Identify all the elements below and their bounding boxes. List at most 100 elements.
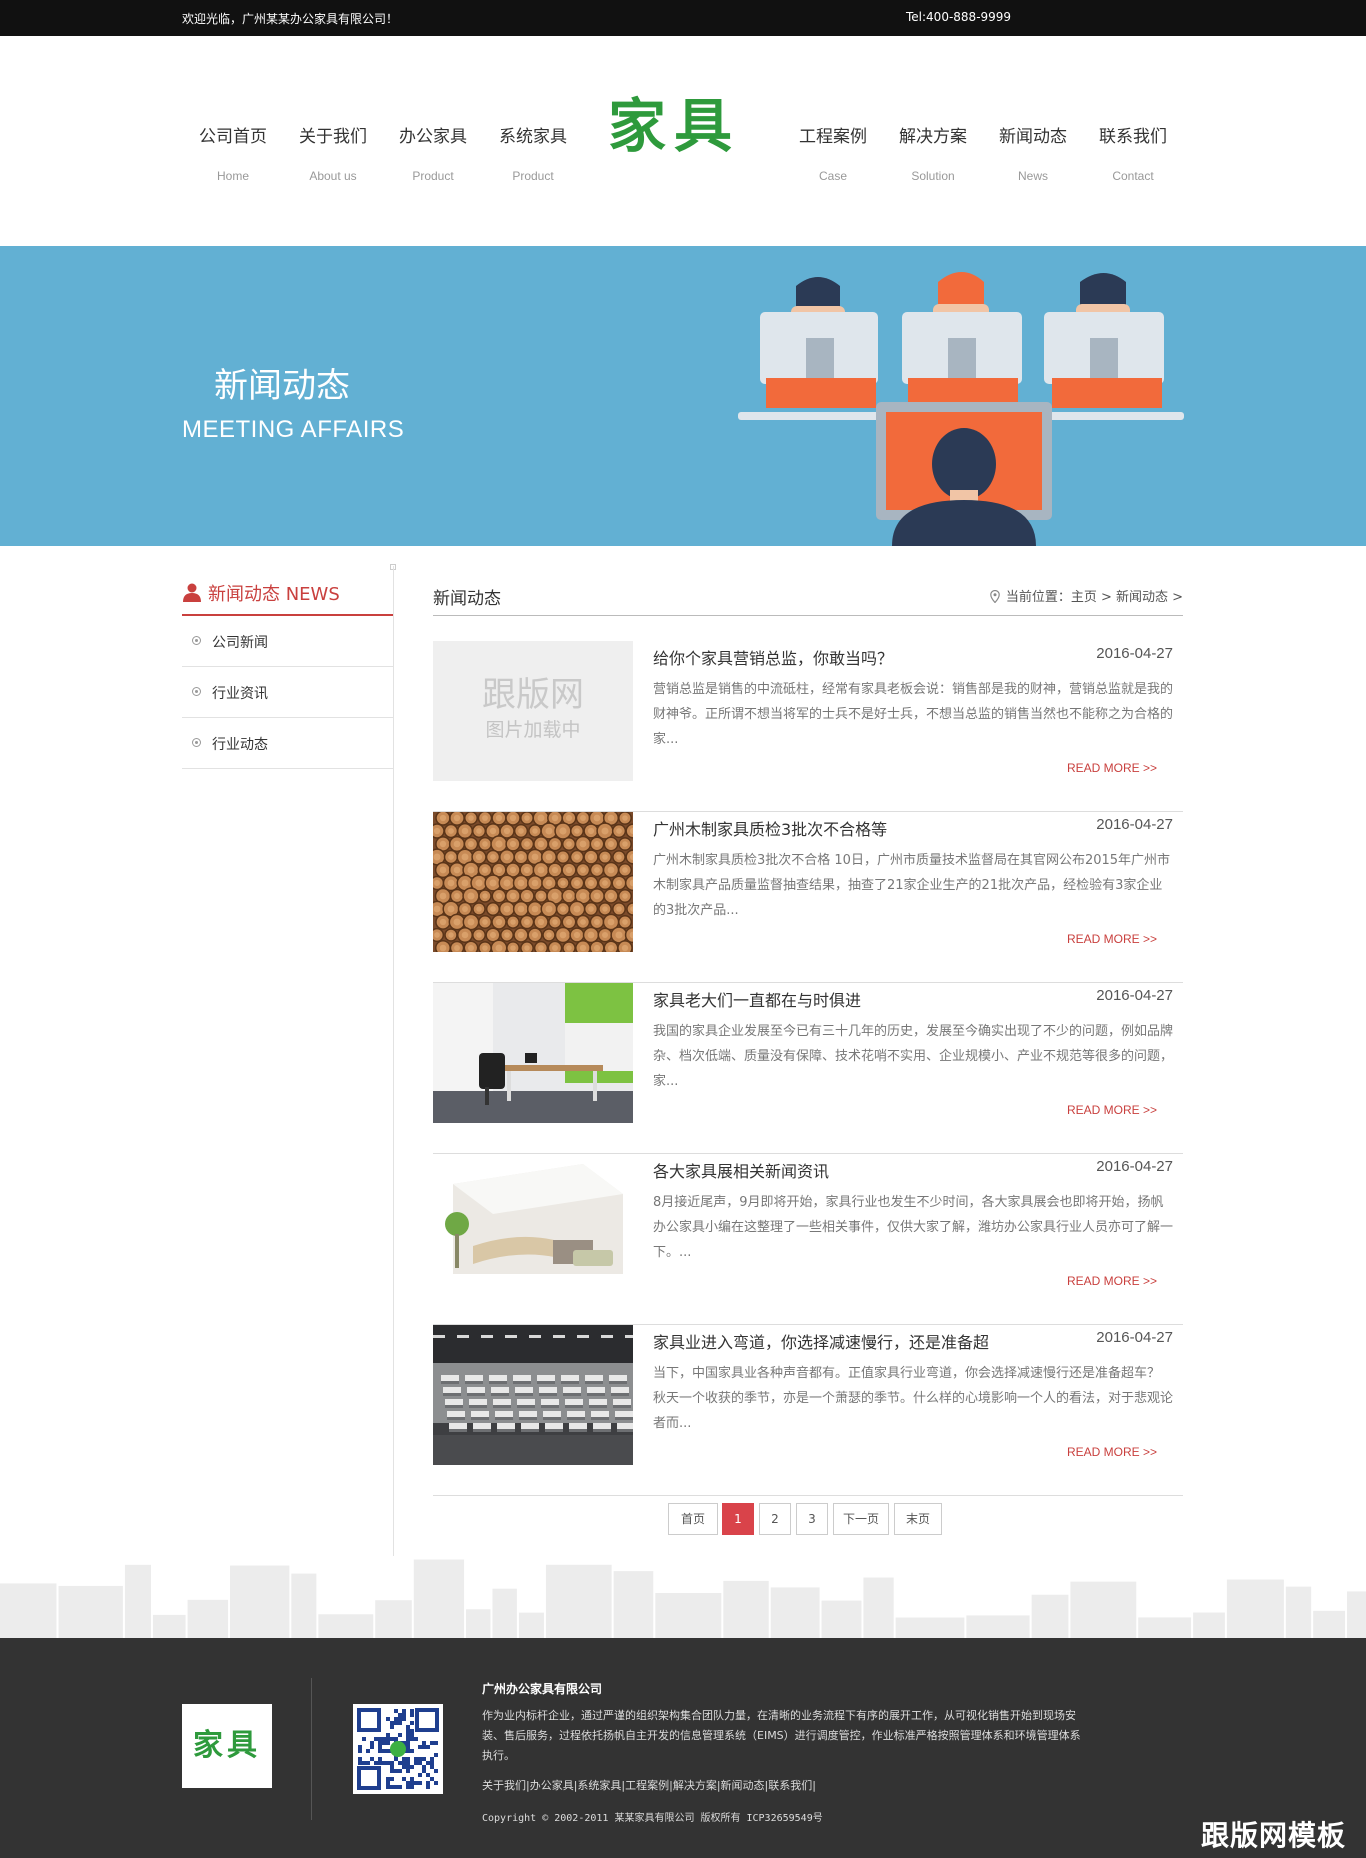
news-summary: 营销总监是销售的中流砥柱，经常有家具老板会说：销售部是我的财神，营销总监就是我的… xyxy=(653,682,1174,747)
read-more-link[interactable]: READ MORE >> xyxy=(1067,932,1157,946)
news-thumbnail[interactable] xyxy=(433,1154,633,1294)
news-date: 2016-04-27 xyxy=(1096,816,1173,833)
footer: 家具 广州办公家具有限公司 作为业内标杆企业，通过严谨的组织架构集合团队力量，在… xyxy=(0,1638,1366,1858)
breadcrumb[interactable]: 当前位置：主页 > 新闻动态 > xyxy=(990,586,1183,605)
read-more-link[interactable]: READ MORE >> xyxy=(1067,761,1157,775)
nav-item-cases[interactable]: 工程案例 Case xyxy=(788,122,878,183)
bullet-icon xyxy=(192,636,201,645)
news-item[interactable]: 广州木制家具质检3批次不合格等 2016-04-27 广州木制家具质检3批次不合… xyxy=(433,812,1183,983)
nav-sublabel: News xyxy=(1017,169,1048,183)
footer-divider xyxy=(311,1678,312,1820)
next-page-button[interactable]: 下一页 xyxy=(833,1503,889,1535)
read-more-link[interactable]: READ MORE >> xyxy=(1067,1274,1157,1288)
sidebar-title: 新闻动态 NEWS xyxy=(182,566,393,616)
news-summary: 广州木制家具质检3批次不合格 10日，广州市质量技术监督局在其官网公布2015年… xyxy=(653,853,1171,918)
qr-code-icon xyxy=(357,1708,439,1790)
nav-item-solutions[interactable]: 解决方案 Solution xyxy=(888,122,978,183)
footer-company-name: 广州办公家具有限公司 xyxy=(482,1682,603,1696)
news-title[interactable]: 广州木制家具质检3批次不合格等 xyxy=(653,816,887,840)
footer-logo[interactable]: 家具 xyxy=(182,1704,272,1788)
sidebar-item-label: 行业动态 xyxy=(212,737,268,753)
nav-item-news[interactable]: 新闻动态 News xyxy=(988,122,1078,183)
nav-label: 工程案例 xyxy=(799,127,867,147)
news-thumbnail[interactable] xyxy=(433,1325,633,1465)
reception-image xyxy=(433,1154,633,1294)
news-title[interactable]: 各大家具展相关新闻资讯 xyxy=(653,1158,829,1182)
sidebar: 新闻动态 NEWS 公司新闻 行业资讯 行业动态 xyxy=(182,566,393,769)
nav-item-home[interactable]: 公司首页 Home xyxy=(188,122,278,183)
qr-code xyxy=(353,1704,443,1794)
sidebar-item-label: 公司新闻 xyxy=(212,635,268,651)
banner-title: 新闻动态 xyxy=(214,366,350,406)
news-title[interactable]: 家具业进入弯道，你选择减速慢行，还是准备超 xyxy=(653,1329,989,1353)
footer-description: 作为业内标杆企业，通过严谨的组织架构集合团队力量，在清晰的业务流程下有序的展开工… xyxy=(482,1709,1081,1762)
nav-item-contact[interactable]: 联系我们 Contact xyxy=(1088,122,1178,183)
nav-sublabel: Case xyxy=(818,169,847,183)
nav-sublabel: Solution xyxy=(911,169,955,183)
nav-label: 关于我们 xyxy=(299,127,367,147)
nav-item-about[interactable]: 关于我们 About us xyxy=(288,122,378,183)
location-pin-icon xyxy=(990,590,1000,603)
nav-label: 公司首页 xyxy=(199,127,267,147)
banner-subtitle: MEETING AFFAIRS xyxy=(182,416,405,443)
news-date: 2016-04-27 xyxy=(1096,1158,1173,1175)
user-icon xyxy=(183,583,201,602)
read-more-link[interactable]: READ MORE >> xyxy=(1067,1445,1157,1459)
news-date: 2016-04-27 xyxy=(1096,1329,1173,1346)
first-page-button[interactable]: 首页 xyxy=(668,1503,718,1535)
top-bar: 欢迎光临，广州某某办公家具有限公司！ Tel:400-888-9999 xyxy=(0,0,1366,36)
news-thumbnail[interactable]: 跟版网 图片加载中 xyxy=(433,641,633,781)
placeholder-text: 图片加载中 xyxy=(485,719,581,741)
log-pile-image xyxy=(433,812,633,952)
section-title: 新闻动态 xyxy=(433,589,501,609)
nav-sublabel: Product xyxy=(512,169,554,183)
last-page-button[interactable]: 末页 xyxy=(894,1503,942,1535)
office-image xyxy=(433,983,633,1123)
news-summary: 当下，中国家具业各种声音都有。正值家具行业弯道，你会选择减速慢行还是准备超车？ … xyxy=(653,1366,1174,1431)
page-3-button[interactable]: 3 xyxy=(796,1503,828,1535)
news-thumbnail[interactable] xyxy=(433,812,633,952)
breadcrumb-text: 当前位置：主页 > 新闻动态 > xyxy=(1005,590,1183,605)
city-skyline-decoration xyxy=(0,1556,1366,1638)
watermark: 跟版网模板 xyxy=(1200,1819,1346,1852)
cubicles-image xyxy=(433,1325,633,1465)
news-summary: 8月接近尾声，9月即将开始，家具行业也发生不少时间，各大家具展会也即将开始，扬帆… xyxy=(653,1195,1174,1260)
page-1-button[interactable]: 1 xyxy=(722,1503,754,1535)
sidebar-item-industry-info[interactable]: 行业资讯 xyxy=(182,667,393,718)
news-summary: 我国的家具企业发展至今已有三十几年的历史，发展至今确实出现了不少的问题，例如品牌… xyxy=(653,1024,1174,1089)
news-title[interactable]: 给你个家具营销总监，你敢当吗？ xyxy=(653,645,893,669)
welcome-text: 欢迎光临，广州某某办公家具有限公司！ xyxy=(182,12,399,26)
nav-sublabel: Product xyxy=(412,169,454,183)
footer-copyright: Copyright © 2002-2011 某某家具有限公司 版权所有 ICP3… xyxy=(482,1813,823,1824)
nav-label: 联系我们 xyxy=(1099,127,1167,147)
image-placeholder: 跟版网 图片加载中 xyxy=(433,641,633,781)
nav-label: 新闻动态 xyxy=(999,127,1067,147)
nav-item-office-furniture[interactable]: 办公家具 Product xyxy=(388,122,478,183)
banner: 新闻动态 MEETING AFFAIRS xyxy=(0,246,1366,546)
read-more-link[interactable]: READ MORE >> xyxy=(1067,1103,1157,1117)
news-title[interactable]: 家具老大们一直都在与时俱进 xyxy=(653,987,861,1011)
news-item[interactable]: 家具老大们一直都在与时俱进 2016-04-27 我国的家具企业发展至今已有三十… xyxy=(433,983,1183,1154)
sidebar-title-text: 新闻动态 NEWS xyxy=(208,584,340,605)
bullet-icon xyxy=(192,738,201,747)
site-logo[interactable]: 家具 xyxy=(608,94,764,158)
news-thumbnail[interactable] xyxy=(433,983,633,1123)
main-header: 新闻动态 当前位置：主页 > 新闻动态 > xyxy=(433,566,1183,616)
sidebar-divider xyxy=(393,566,394,1556)
bullet-icon xyxy=(192,687,201,696)
nav-item-system-furniture[interactable]: 系统家具 Product xyxy=(488,122,578,183)
nav-label: 解决方案 xyxy=(899,127,967,147)
nav-label: 办公家具 xyxy=(399,127,467,147)
sidebar-item-company-news[interactable]: 公司新闻 xyxy=(182,616,393,667)
news-item[interactable]: 跟版网 图片加载中 给你个家具营销总监，你敢当吗？ 2016-04-27 营销总… xyxy=(433,641,1183,812)
meeting-illustration xyxy=(738,272,1184,546)
page-2-button[interactable]: 2 xyxy=(759,1503,791,1535)
placeholder-brand: 跟版网 xyxy=(482,675,584,715)
nav-sublabel: Home xyxy=(216,169,249,183)
nav-sublabel: Contact xyxy=(1112,169,1154,183)
phone-number: Tel:400-888-9999 xyxy=(906,10,1012,24)
news-item[interactable]: 家具业进入弯道，你选择减速慢行，还是准备超 2016-04-27 当下，中国家具… xyxy=(433,1325,1183,1496)
sidebar-item-industry-news[interactable]: 行业动态 xyxy=(182,718,393,769)
footer-links[interactable]: 关于我们|办公家具|系统家具|工程案例|解决方案|新闻动态|联系我们| xyxy=(482,1777,816,1793)
news-item[interactable]: 各大家具展相关新闻资讯 2016-04-27 8月接近尾声，9月即将开始，家具行… xyxy=(433,1154,1183,1325)
